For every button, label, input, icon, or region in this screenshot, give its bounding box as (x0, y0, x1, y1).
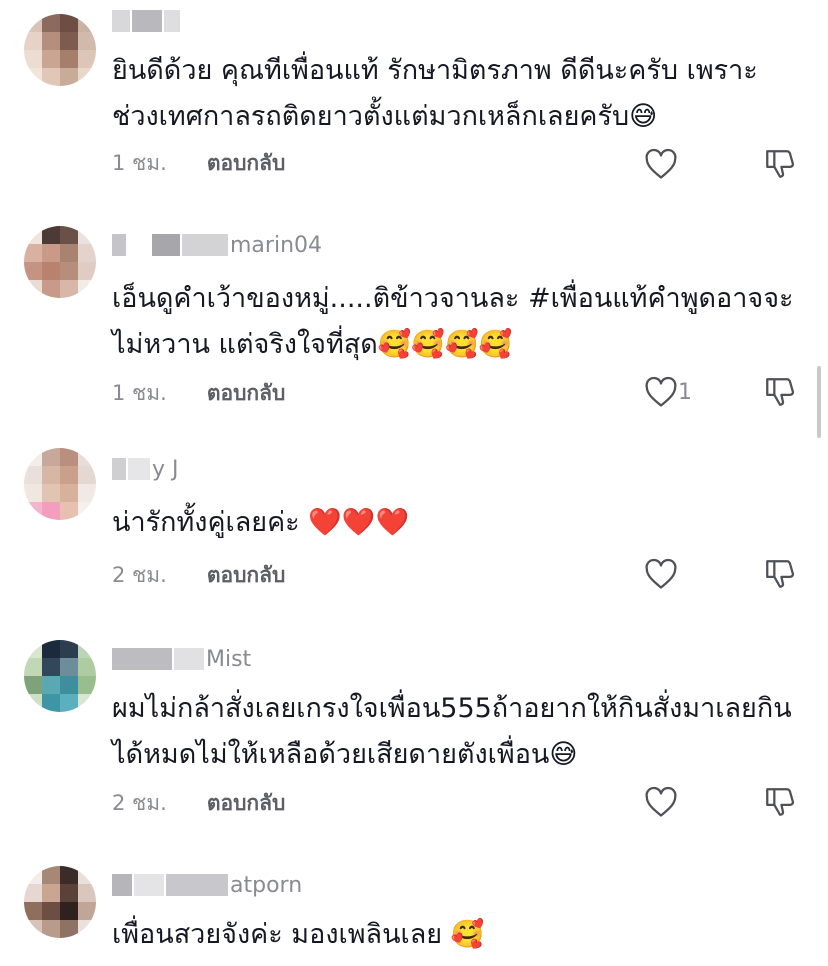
avatar[interactable] (24, 866, 96, 938)
comment-text: เอ็นดูคำเว้าของหมู่.....ติข้าวจานละ #เพื… (112, 283, 794, 360)
avatar[interactable] (24, 448, 96, 520)
reply-button[interactable]: ตอบกลับ (207, 377, 286, 410)
comment-text: ยินดีด้วย คุณทีเพื่อนแท้ รักษามิตรภาพ ดี… (112, 55, 758, 132)
scrollbar[interactable] (817, 366, 821, 438)
comment-time: 2 ชม. (112, 790, 167, 815)
thumbs-down-outline-icon[interactable] (762, 557, 798, 591)
comment-username[interactable]: atporn (112, 872, 302, 898)
heart-outline-icon (645, 148, 677, 179)
comment-time: 1 ชม. (112, 150, 167, 175)
comment-text: เพื่อนสวยจังค่ะ มองเพลินเลย 🥰 (112, 919, 485, 950)
like-count: 1 (678, 379, 692, 405)
comment-time: 2 ชม. (112, 562, 167, 587)
comment-username[interactable]: Mist (112, 646, 251, 672)
heart-outline-icon (645, 376, 677, 407)
thumbs-down-outline-icon[interactable] (762, 785, 798, 819)
thumbs-down-outline-icon[interactable] (762, 147, 798, 181)
reply-button[interactable]: ตอบกลับ (207, 559, 286, 592)
comment-text: ผมไม่กล้าสั่งเลยเกรงใจเพื่อน555ถ้าอยากให… (112, 693, 792, 770)
comment-username[interactable] (112, 8, 182, 34)
like-button[interactable] (644, 557, 678, 591)
avatar[interactable] (24, 640, 96, 712)
avatar[interactable] (24, 14, 96, 86)
comment-username[interactable]: y J (112, 456, 179, 482)
like-button[interactable]: 1 (644, 375, 692, 409)
thumbs-down-outline-icon[interactable] (762, 375, 798, 409)
like-button[interactable] (644, 147, 678, 181)
heart-outline-icon (645, 786, 677, 817)
like-button[interactable] (644, 785, 678, 819)
reply-button[interactable]: ตอบกลับ (207, 147, 286, 180)
comment-text: น่ารักทั้งคู่เลยค่ะ ❤️❤️❤️ (112, 507, 410, 538)
avatar[interactable] (24, 226, 96, 298)
comment-username[interactable]: marin04 (112, 232, 322, 258)
reply-button[interactable]: ตอบกลับ (207, 787, 286, 820)
comment-time: 1 ชม. (112, 380, 167, 405)
heart-outline-icon (645, 558, 677, 589)
